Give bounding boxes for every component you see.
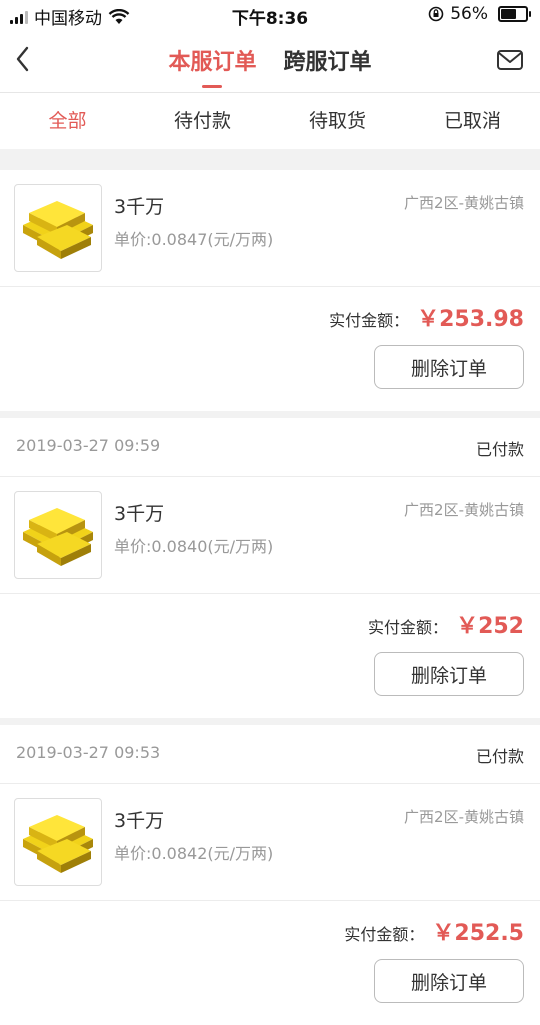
filter-pending-payment[interactable]: 待付款: [135, 93, 270, 149]
delete-order-button[interactable]: 删除订单: [374, 652, 524, 696]
filter-all[interactable]: 全部: [0, 93, 135, 149]
unit-price: 单价:0.0840(元/万两): [114, 537, 274, 556]
order-footer: 实付金额： ￥252 删除订单: [0, 594, 540, 718]
order-header: 2019-03-27 09:59 已付款: [0, 418, 540, 477]
server-name: 广西2区-黄姚古镇: [404, 194, 524, 212]
order-item[interactable]: 3千万 单价:0.0842(元/万两) 广西2区-黄姚古镇: [0, 784, 540, 901]
order-footer: 实付金额： ￥252.5 删除订单: [0, 901, 540, 1025]
server-name: 广西2区-黄姚古镇: [404, 808, 524, 826]
battery-icon: [498, 6, 531, 22]
unit-price: 单价:0.0847(元/万两): [114, 230, 274, 249]
section-gap: [0, 411, 540, 418]
section-gap: [0, 718, 540, 725]
paid-amount: 实付金额： ￥252.5: [344, 915, 524, 947]
order-card: 2019-03-27 09:53 已付款 3千万 单价:0.0842(元/万两)…: [0, 725, 540, 1025]
delete-order-button[interactable]: 删除订单: [374, 345, 524, 389]
orientation-lock-icon: [428, 6, 444, 22]
tab-cross-server-orders[interactable]: 跨服订单: [284, 44, 372, 76]
paid-amount-value: ￥253.98: [417, 307, 524, 332]
status-bar: 中国移动 下午8:36 56%: [0, 0, 540, 30]
gold-bars-image: [14, 184, 102, 272]
order-date: 2019-03-27 09:59: [16, 436, 161, 455]
order-status: 已付款: [475, 440, 524, 459]
order-card: 2019-03-27 09:59 已付款 3千万 单价:0.0840(元/万两)…: [0, 418, 540, 718]
battery-percent: 56%: [450, 4, 488, 24]
paid-amount-label: 实付金额：: [329, 311, 410, 330]
section-gap: [0, 150, 540, 170]
tab-local-server-orders[interactable]: 本服订单: [168, 44, 257, 88]
order-footer: 实付金额： ￥253.98 删除订单: [0, 287, 540, 411]
order-filter-tabs: 全部 待付款 待取货 已取消: [0, 93, 540, 149]
server-name: 广西2区-黄姚古镇: [404, 501, 524, 519]
delete-order-button[interactable]: 删除订单: [374, 959, 524, 1003]
item-title: 3千万: [114, 196, 165, 218]
paid-amount-label: 实付金额：: [368, 618, 449, 637]
mail-icon[interactable]: [496, 48, 524, 72]
nav-header: 本服订单 跨服订单: [0, 30, 540, 93]
paid-amount: 实付金额： ￥252: [368, 608, 524, 640]
battery-fill: [501, 9, 516, 19]
order-scope-tabs: 本服订单 跨服订单: [0, 44, 540, 88]
order-item[interactable]: 3千万 单价:0.0847(元/万两) 广西2区-黄姚古镇: [0, 170, 540, 287]
filter-cancelled[interactable]: 已取消: [405, 93, 540, 149]
order-date: 2019-03-27 09:53: [16, 743, 161, 762]
filter-pending-pickup[interactable]: 待取货: [270, 93, 405, 149]
unit-price: 单价:0.0842(元/万两): [114, 844, 274, 863]
item-title: 3千万: [114, 810, 165, 832]
order-card: 3千万 单价:0.0847(元/万两) 广西2区-黄姚古镇 实付金额： ￥253…: [0, 170, 540, 411]
item-title: 3千万: [114, 503, 165, 525]
paid-amount-label: 实付金额：: [344, 925, 425, 944]
order-header: 2019-03-27 09:53 已付款: [0, 725, 540, 784]
status-right: 56%: [428, 4, 531, 24]
gold-bars-image: [14, 491, 102, 579]
order-status: 已付款: [475, 747, 524, 766]
order-list: 3千万 单价:0.0847(元/万两) 广西2区-黄姚古镇 实付金额： ￥253…: [0, 150, 540, 1025]
gold-bars-image: [14, 798, 102, 886]
order-item[interactable]: 3千万 单价:0.0840(元/万两) 广西2区-黄姚古镇: [0, 477, 540, 594]
paid-amount-value: ￥252.5: [432, 921, 524, 946]
paid-amount: 实付金额： ￥253.98: [329, 301, 524, 333]
paid-amount-value: ￥252: [456, 614, 524, 639]
